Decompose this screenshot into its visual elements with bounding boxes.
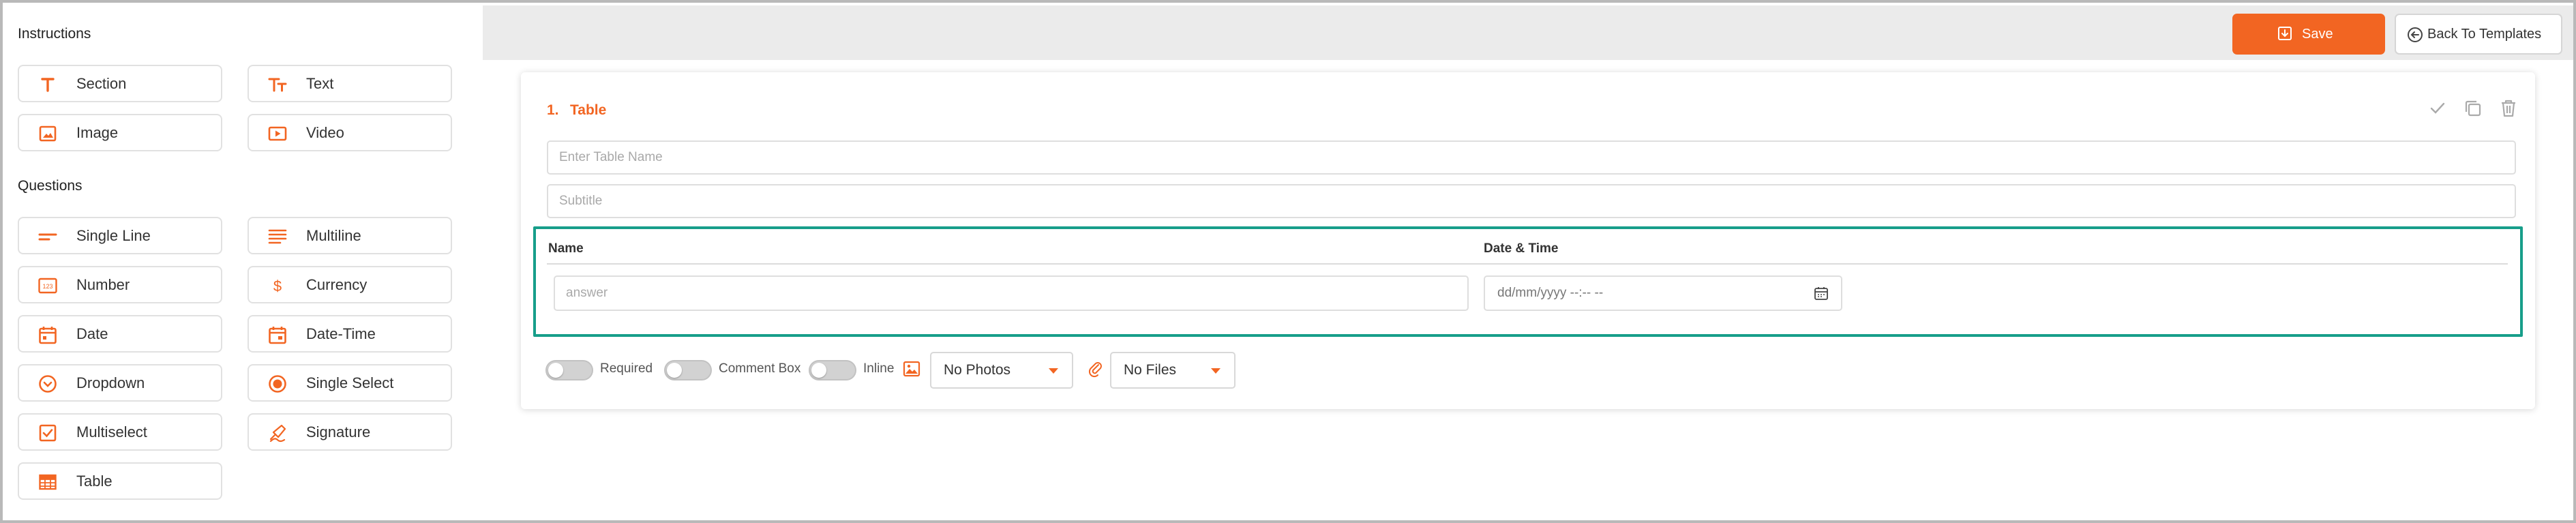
video-icon bbox=[268, 126, 287, 141]
date-time-value: dd/mm/yyyy --:-- -- bbox=[1497, 286, 1604, 300]
svg-text:$: $ bbox=[273, 278, 282, 295]
main-area: Save Back To Templates 1. Table Enter Ta… bbox=[483, 5, 2573, 520]
top-toolbar: Save Back To Templates bbox=[483, 5, 2573, 60]
multiselect-tile[interactable]: Multiselect bbox=[18, 413, 222, 451]
subtitle-input[interactable] bbox=[547, 184, 2516, 218]
single-select-tile[interactable]: Single Select bbox=[248, 364, 452, 402]
image-label: Image bbox=[76, 124, 119, 141]
questions-heading: Questions bbox=[18, 178, 83, 194]
text-label: Text bbox=[306, 75, 334, 92]
column-header-name: Name bbox=[548, 241, 584, 256]
number-label: Number bbox=[76, 276, 130, 293]
image-icon bbox=[39, 125, 57, 142]
section-tile[interactable]: Section bbox=[18, 65, 222, 102]
table-icon bbox=[39, 474, 57, 490]
question-title: Table bbox=[570, 102, 607, 118]
single-line-icon bbox=[38, 233, 57, 241]
section-label: Section bbox=[76, 75, 127, 92]
number-icon: 123 bbox=[38, 278, 57, 294]
multiselect-label: Multiselect bbox=[76, 423, 147, 440]
header-divider bbox=[547, 263, 2508, 265]
calendar-icon bbox=[39, 327, 57, 344]
question-options: Required Comment Box Inline No Photos No… bbox=[545, 348, 1296, 389]
multiline-label: Multiline bbox=[306, 227, 361, 244]
signature-tile[interactable]: Signature bbox=[248, 413, 452, 451]
text-tile[interactable]: Text bbox=[248, 65, 452, 102]
app-frame: Instructions Section Text Image Video Qu… bbox=[0, 0, 2576, 523]
svg-text:123: 123 bbox=[42, 283, 53, 290]
date-time-tile[interactable]: Date-Time bbox=[248, 315, 452, 353]
question-number: 1. bbox=[547, 102, 559, 118]
column-header-date-time: Date & Time bbox=[1484, 241, 1559, 256]
multiline-tile[interactable]: Multiline bbox=[248, 217, 452, 254]
calendar-clock-icon bbox=[269, 327, 286, 344]
table-preview: Name Date & Time dd/mm/yyyy --:-- -- bbox=[533, 226, 2523, 337]
video-label: Video bbox=[306, 124, 344, 141]
dropdown-icon bbox=[39, 375, 57, 393]
date-label: Date bbox=[76, 325, 108, 342]
save-icon bbox=[2278, 27, 2292, 40]
files-select[interactable]: No Files bbox=[1110, 352, 1235, 389]
back-to-templates-button[interactable]: Back To Templates bbox=[2395, 14, 2562, 55]
sidebar: Instructions Section Text Image Video Qu… bbox=[5, 5, 483, 520]
single-line-label: Single Line bbox=[76, 227, 151, 244]
save-label: Save bbox=[2302, 27, 2333, 42]
required-label: Required bbox=[600, 361, 653, 376]
checkbox-icon bbox=[39, 424, 57, 442]
required-toggle[interactable] bbox=[545, 360, 593, 380]
answer-input[interactable] bbox=[554, 275, 1469, 311]
currency-tile[interactable]: $ Currency bbox=[248, 266, 452, 303]
inline-label: Inline bbox=[863, 361, 895, 376]
inline-toggle[interactable] bbox=[809, 360, 856, 380]
back-arrow-icon bbox=[2408, 27, 2423, 42]
image-tile[interactable]: Image bbox=[18, 114, 222, 151]
comment-box-toggle[interactable] bbox=[664, 360, 712, 380]
table-tile[interactable]: Table bbox=[18, 462, 222, 500]
text-icon bbox=[268, 78, 287, 92]
back-to-templates-label: Back To Templates bbox=[2427, 27, 2542, 42]
photos-select-value: No Photos bbox=[944, 362, 1011, 378]
files-select-value: No Files bbox=[1124, 362, 1177, 378]
date-tile[interactable]: Date bbox=[18, 315, 222, 353]
radio-icon bbox=[269, 375, 286, 393]
date-time-label: Date-Time bbox=[306, 325, 376, 342]
currency-label: Currency bbox=[306, 276, 368, 293]
multiline-icon bbox=[268, 229, 287, 244]
calendar-picker-icon[interactable] bbox=[1814, 286, 1829, 301]
attachment-icon bbox=[1088, 362, 1102, 378]
dropdown-label: Dropdown bbox=[76, 374, 145, 391]
video-tile[interactable]: Video bbox=[248, 114, 452, 151]
dropdown-tile[interactable]: Dropdown bbox=[18, 364, 222, 402]
signature-label: Signature bbox=[306, 423, 371, 440]
trash-icon[interactable] bbox=[2497, 97, 2520, 120]
duplicate-icon[interactable] bbox=[2461, 97, 2485, 120]
photo-icon bbox=[903, 361, 920, 377]
single-select-label: Single Select bbox=[306, 374, 394, 391]
files-chevron-down-icon bbox=[1211, 368, 1220, 374]
photos-chevron-down-icon bbox=[1049, 368, 1058, 374]
date-time-input[interactable]: dd/mm/yyyy --:-- -- bbox=[1484, 275, 1842, 311]
comment-box-label: Comment Box bbox=[719, 361, 801, 376]
save-button[interactable]: Save bbox=[2232, 14, 2385, 55]
single-line-tile[interactable]: Single Line bbox=[18, 217, 222, 254]
signature-icon bbox=[269, 424, 286, 443]
currency-icon: $ bbox=[273, 278, 282, 295]
section-icon bbox=[41, 78, 55, 92]
number-tile[interactable]: 123 Number bbox=[18, 266, 222, 303]
table-name-input[interactable] bbox=[547, 140, 2516, 175]
instructions-heading: Instructions bbox=[18, 26, 91, 42]
photos-select[interactable]: No Photos bbox=[930, 352, 1073, 389]
table-label: Table bbox=[76, 473, 113, 490]
check-icon[interactable] bbox=[2426, 97, 2449, 120]
question-card: 1. Table Name Date & Time dd/mm/yyyy bbox=[521, 72, 2535, 409]
